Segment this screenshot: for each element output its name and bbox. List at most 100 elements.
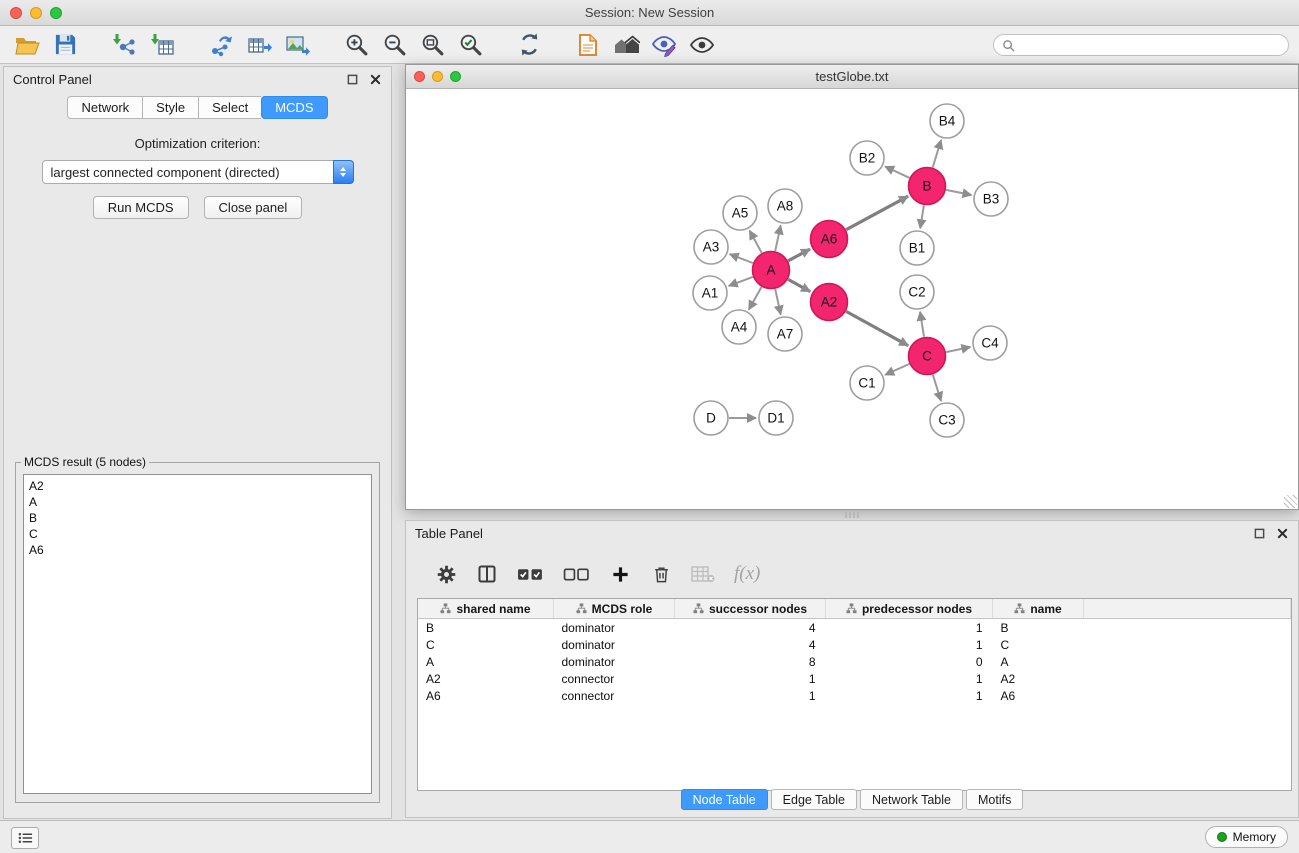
graph-node-C2[interactable]: C2	[900, 275, 934, 309]
network-minimize-traffic-light[interactable]	[432, 71, 443, 82]
graph-edge-C-C1[interactable]	[885, 364, 909, 375]
unselect-all-columns-button[interactable]	[563, 562, 590, 586]
show-panels-button[interactable]	[11, 827, 39, 849]
search-input[interactable]	[1020, 37, 1280, 53]
network-canvas[interactable]: B4B2BB3A5A8A6A3B1AA1A2C2A4A7C4CC1C3DD1	[406, 89, 1298, 509]
graph-edge-A-A5[interactable]	[750, 231, 762, 253]
graph-edge-A-A1[interactable]	[729, 277, 753, 286]
import-network-button[interactable]	[105, 29, 143, 61]
show-columns-button[interactable]	[476, 562, 498, 586]
graph-node-A[interactable]: A	[753, 252, 790, 289]
resize-grip[interactable]	[1284, 495, 1297, 508]
close-panel-action-button[interactable]: Close panel	[204, 196, 303, 219]
column-header[interactable]: successor nodes	[675, 599, 826, 619]
search-box[interactable]	[993, 34, 1289, 56]
mcds-result-item[interactable]: A2	[29, 478, 366, 494]
graph-node-C4[interactable]: C4	[973, 326, 1007, 360]
graph-edge-A-A7[interactable]	[775, 289, 781, 315]
graph-node-A7[interactable]: A7	[768, 317, 802, 351]
graph-edge-C-C3[interactable]	[933, 375, 941, 401]
column-header[interactable]: name	[993, 599, 1084, 619]
graph-edge-A-A4[interactable]	[749, 287, 762, 310]
zoom-traffic-light[interactable]	[50, 7, 62, 19]
float-panel-button[interactable]	[345, 73, 359, 87]
tab-network[interactable]: Network	[67, 96, 142, 119]
open-button[interactable]	[8, 29, 46, 61]
table-row[interactable]: Cdominator41C	[418, 636, 1291, 653]
graph-node-B[interactable]: B	[909, 168, 946, 205]
hide-annotations-button[interactable]	[645, 29, 683, 61]
horizontal-splitter[interactable]	[845, 512, 860, 518]
graph-edge-C-C4[interactable]	[946, 347, 970, 352]
cite-document-button[interactable]	[569, 29, 607, 61]
graph-edge-A6-B[interactable]	[846, 196, 908, 230]
graph-node-A8[interactable]: A8	[768, 189, 802, 223]
graph-edge-A2-C[interactable]	[846, 311, 908, 345]
select-all-columns-button[interactable]	[517, 562, 544, 586]
run-mcds-button[interactable]: Run MCDS	[93, 196, 189, 219]
network-close-traffic-light[interactable]	[414, 71, 425, 82]
optimization-criterion-select[interactable]: largest connected component (directed)	[42, 160, 354, 184]
graph-node-B2[interactable]: B2	[850, 141, 884, 175]
graph-node-D1[interactable]: D1	[759, 401, 793, 435]
graph-node-B4[interactable]: B4	[930, 104, 964, 138]
import-table-button[interactable]	[143, 29, 181, 61]
column-header[interactable]: predecessor nodes	[826, 599, 993, 619]
mcds-result-item[interactable]: C	[29, 526, 366, 542]
table-row[interactable]: A2connector11A2	[418, 670, 1291, 687]
export-table-button[interactable]	[240, 29, 278, 61]
column-header[interactable]: MCDS role	[554, 599, 675, 619]
graph-node-C1[interactable]: C1	[850, 366, 884, 400]
graph-edge-B-B3[interactable]	[946, 190, 971, 195]
mcds-result-list[interactable]: A2ABCA6	[23, 474, 372, 794]
table-close-panel-button[interactable]	[1275, 527, 1289, 541]
mcds-result-item[interactable]: A6	[29, 542, 366, 558]
show-annotations-button[interactable]	[683, 29, 721, 61]
tab-style[interactable]: Style	[142, 96, 198, 119]
tab-edge-table[interactable]: Edge Table	[771, 789, 857, 810]
graph-node-D[interactable]: D	[694, 401, 728, 435]
table-float-panel-button[interactable]	[1252, 527, 1266, 541]
table-settings-button[interactable]	[435, 562, 457, 586]
refresh-layout-button[interactable]	[510, 29, 548, 61]
mcds-result-item[interactable]: B	[29, 510, 366, 526]
close-traffic-light[interactable]	[10, 7, 22, 19]
zoom-in-button[interactable]	[337, 29, 375, 61]
delete-column-button[interactable]	[650, 562, 672, 586]
create-column-button[interactable]	[609, 562, 631, 586]
graph-node-A2[interactable]: A2	[811, 284, 848, 321]
network-zoom-traffic-light[interactable]	[450, 71, 461, 82]
tab-node-table[interactable]: Node Table	[681, 789, 768, 810]
graph-edge-A-A2[interactable]	[788, 279, 810, 291]
graph-node-B1[interactable]: B1	[900, 231, 934, 265]
graph-node-C3[interactable]: C3	[930, 403, 964, 437]
network-graph[interactable]: B4B2BB3A5A8A6A3B1AA1A2C2A4A7C4CC1C3DD1	[406, 89, 1298, 509]
table-row[interactable]: A6connector11A6	[418, 687, 1291, 704]
graph-node-A4[interactable]: A4	[722, 310, 756, 344]
graph-node-B3[interactable]: B3	[974, 182, 1008, 216]
graph-edge-B-B1[interactable]	[920, 205, 924, 228]
graph-edge-A-A3[interactable]	[730, 254, 753, 263]
export-network-button[interactable]	[202, 29, 240, 61]
export-image-button[interactable]	[278, 29, 316, 61]
help-home-button[interactable]	[607, 29, 645, 61]
tab-select[interactable]: Select	[198, 96, 261, 119]
zoom-out-button[interactable]	[375, 29, 413, 61]
minimize-traffic-light[interactable]	[30, 7, 42, 19]
graph-node-A6[interactable]: A6	[811, 221, 848, 258]
save-button[interactable]	[46, 29, 84, 61]
table-row[interactable]: Adominator80A	[418, 653, 1291, 670]
table-row[interactable]: Bdominator41B	[418, 619, 1291, 637]
graph-node-A1[interactable]: A1	[693, 276, 727, 310]
graph-edge-A-A8[interactable]	[775, 226, 781, 252]
close-panel-button[interactable]	[368, 73, 382, 87]
network-window-titlebar[interactable]: testGlobe.txt	[406, 65, 1298, 89]
graph-node-A5[interactable]: A5	[723, 196, 757, 230]
memory-button[interactable]: Memory	[1205, 826, 1288, 848]
graph-node-A3[interactable]: A3	[694, 230, 728, 264]
mcds-result-item[interactable]: A	[29, 494, 366, 510]
tab-mcds[interactable]: MCDS	[261, 96, 327, 119]
graph-edge-A-A6[interactable]	[788, 249, 810, 261]
graph-edge-C-C2[interactable]	[920, 312, 924, 337]
vertical-splitter[interactable]	[393, 66, 404, 818]
